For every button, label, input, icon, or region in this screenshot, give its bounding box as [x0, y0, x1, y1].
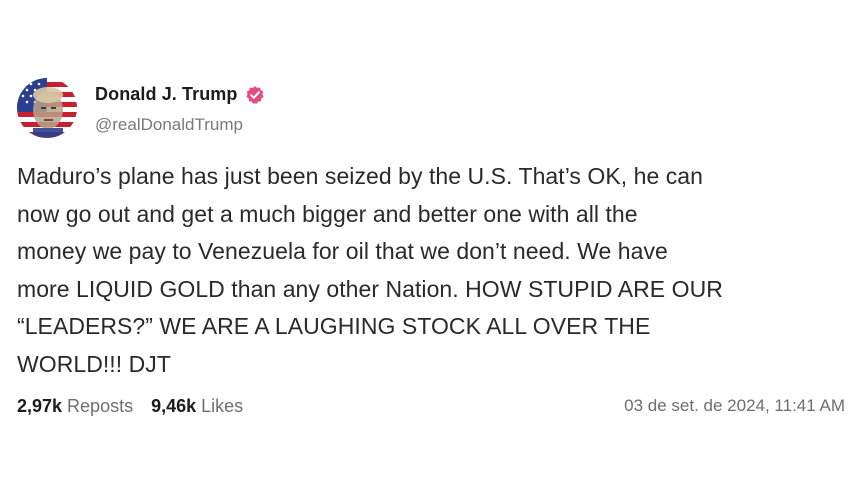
post-header: Donald J. Trump @realDonaldTrump — [17, 76, 845, 140]
post-body: Maduro’s plane has just been seized by t… — [17, 158, 837, 383]
author-info: Donald J. Trump @realDonaldTrump — [95, 82, 265, 135]
reposts-label: Reposts — [67, 395, 134, 416]
reposts-count: 2,97k — [17, 395, 63, 416]
likes-stat[interactable]: 9,46k Likes — [151, 396, 243, 417]
post-body-line: money we pay to Venezuela for oil that w… — [17, 238, 668, 264]
likes-label: Likes — [201, 395, 244, 416]
post-body-line: more LIQUID GOLD than any other Nation. … — [17, 275, 723, 302]
post-body-line: now go out and get a much bigger and bet… — [17, 200, 638, 227]
user-handle[interactable]: @realDonaldTrump — [95, 115, 265, 135]
avatar-image — [17, 78, 77, 138]
post-body-line: WORLD!!! DJT — [17, 350, 171, 377]
likes-count: 9,46k — [151, 395, 197, 416]
avatar[interactable] — [17, 78, 77, 138]
display-name[interactable]: Donald J. Trump — [95, 84, 238, 105]
verified-badge-icon — [245, 85, 265, 105]
post-footer: 2,97k Reposts 9,46k Likes 03 de set. de … — [17, 392, 845, 420]
post-card: Donald J. Trump @realDonaldTrump Maduro’… — [17, 76, 845, 420]
post-body-line: “LEADERS?” WE ARE A LAUGHING STOCK ALL O… — [17, 313, 651, 339]
reposts-stat[interactable]: 2,97k Reposts — [17, 396, 133, 417]
name-row: Donald J. Trump — [95, 82, 265, 108]
post-body-line: Maduro’s plane has just been seized by t… — [17, 163, 703, 189]
post-timestamp[interactable]: 03 de set. de 2024, 11:41 AM — [624, 396, 845, 416]
